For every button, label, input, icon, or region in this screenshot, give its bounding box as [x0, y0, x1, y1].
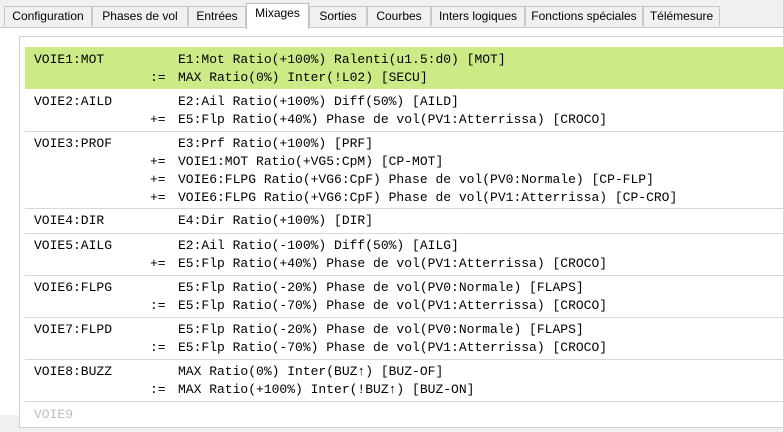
- mix-row-voie8[interactable]: VOIE8:BUZZ MAX Ratio(0%) Inter(BUZ↑) [BU…: [25, 360, 783, 402]
- mix-channel-name: VOIE3:PROF: [34, 136, 113, 151]
- mixages-panel: VOIE1:MOT E1:Mot Ratio(+100%) Ralenti(u1…: [0, 27, 783, 428]
- mix-line-op: +=: [150, 154, 166, 169]
- mix-line-op: +=: [150, 256, 166, 271]
- mix-channel-name: VOIE4:DIR: [34, 213, 105, 228]
- mix-row-voie4[interactable]: VOIE4:DIR E4:Dir Ratio(+100%) [DIR]: [25, 209, 783, 234]
- mix-line-text: VOIE6:FLPG Ratio(+VG6:CpF) Phase de vol(…: [178, 172, 654, 187]
- mix-line-op: +=: [150, 172, 166, 187]
- mix-row-voie1[interactable]: VOIE1:MOT E1:Mot Ratio(+100%) Ralenti(u1…: [25, 47, 783, 89]
- mix-line-text: MAX Ratio(0%) Inter(!L02) [SECU]: [178, 70, 428, 85]
- mix-line-text: MAX Ratio(+100%) Inter(!BUZ↑) [BUZ-ON]: [178, 382, 475, 397]
- mix-channel-name: VOIE9: [34, 407, 74, 422]
- tab-bar: Configuration Phases de vol Entrées Mixa…: [0, 0, 783, 29]
- tab-telemesure[interactable]: Télémesure: [643, 6, 720, 26]
- tab-mixages[interactable]: Mixages: [246, 3, 309, 29]
- mix-line-text: E5:Flp Ratio(-70%) Phase de vol(PV1:Atte…: [178, 298, 608, 313]
- mix-line-text: E4:Dir Ratio(+100%) [DIR]: [178, 213, 374, 228]
- mix-channel-name: VOIE1:MOT: [34, 52, 105, 67]
- mix-line-op: :=: [150, 298, 166, 313]
- tab-phases-de-vol[interactable]: Phases de vol: [92, 6, 188, 26]
- tab-entrees[interactable]: Entrées: [188, 6, 246, 26]
- mix-line-text: E5:Flp Ratio(+40%) Phase de vol(PV1:Atte…: [178, 112, 608, 127]
- mix-row-voie5[interactable]: VOIE5:AILG E2:Ail Ratio(-100%) Diff(50%)…: [25, 234, 783, 276]
- tab-courbes[interactable]: Courbes: [367, 6, 431, 26]
- mix-line-text: E3:Prf Ratio(+100%) [PRF]: [178, 136, 374, 151]
- mix-line-op: +=: [150, 190, 166, 205]
- mix-row-voie3[interactable]: VOIE3:PROF E3:Prf Ratio(+100%) [PRF] += …: [25, 132, 783, 209]
- mix-line-text: E5:Flp Ratio(-20%) Phase de vol(PV0:Norm…: [178, 280, 584, 295]
- mix-channel-name: VOIE8:BUZZ: [34, 364, 113, 379]
- tab-sorties[interactable]: Sorties: [309, 6, 367, 26]
- mix-channel-name: VOIE7:FLPD: [34, 322, 113, 337]
- mix-list-frame: VOIE1:MOT E1:Mot Ratio(+100%) Ralenti(u1…: [19, 36, 783, 428]
- mix-line-text: E2:Ail Ratio(-100%) Diff(50%) [AILG]: [178, 238, 459, 253]
- mix-line-text: MAX Ratio(0%) Inter(BUZ↑) [BUZ-OF]: [178, 364, 444, 379]
- mix-row-voie2[interactable]: VOIE2:AILD E2:Ail Ratio(+100%) Diff(50%)…: [25, 90, 783, 132]
- mix-line-text: E5:Flp Ratio(-20%) Phase de vol(PV0:Norm…: [178, 322, 584, 337]
- mix-channel-name: VOIE5:AILG: [34, 238, 113, 253]
- mix-row-voie9[interactable]: VOIE9: [25, 402, 783, 432]
- tab-configuration[interactable]: Configuration: [4, 6, 92, 26]
- mix-line-op: :=: [150, 382, 166, 397]
- mix-row-voie7[interactable]: VOIE7:FLPD E5:Flp Ratio(-20%) Phase de v…: [25, 318, 783, 360]
- mix-line-text: E2:Ail Ratio(+100%) Diff(50%) [AILD]: [178, 94, 459, 109]
- mix-line-text: E5:Flp Ratio(+40%) Phase de vol(PV1:Atte…: [178, 256, 608, 271]
- tab-fonctions-speciales[interactable]: Fonctions spéciales: [525, 6, 643, 26]
- mix-line-text: E5:Flp Ratio(-70%) Phase de vol(PV1:Atte…: [178, 340, 608, 355]
- mix-line-op: +=: [150, 112, 166, 127]
- mix-line-text: VOIE6:FLPG Ratio(+VG6:CpF) Phase de vol(…: [178, 190, 678, 205]
- mix-line-op: :=: [150, 340, 166, 355]
- mix-row-voie6[interactable]: VOIE6:FLPG E5:Flp Ratio(-20%) Phase de v…: [25, 276, 783, 318]
- tab-inters-logiques[interactable]: Inters logiques: [431, 6, 525, 26]
- mix-line-op: :=: [150, 70, 166, 85]
- mix-channel-name: VOIE6:FLPG: [34, 280, 113, 295]
- mix-channel-name: VOIE2:AILD: [34, 94, 113, 109]
- mix-line-text: VOIE1:MOT Ratio(+VG5:CpM) [CP-MOT]: [178, 154, 444, 169]
- mix-line-text: E1:Mot Ratio(+100%) Ralenti(u1.5:d0) [MO…: [178, 52, 506, 67]
